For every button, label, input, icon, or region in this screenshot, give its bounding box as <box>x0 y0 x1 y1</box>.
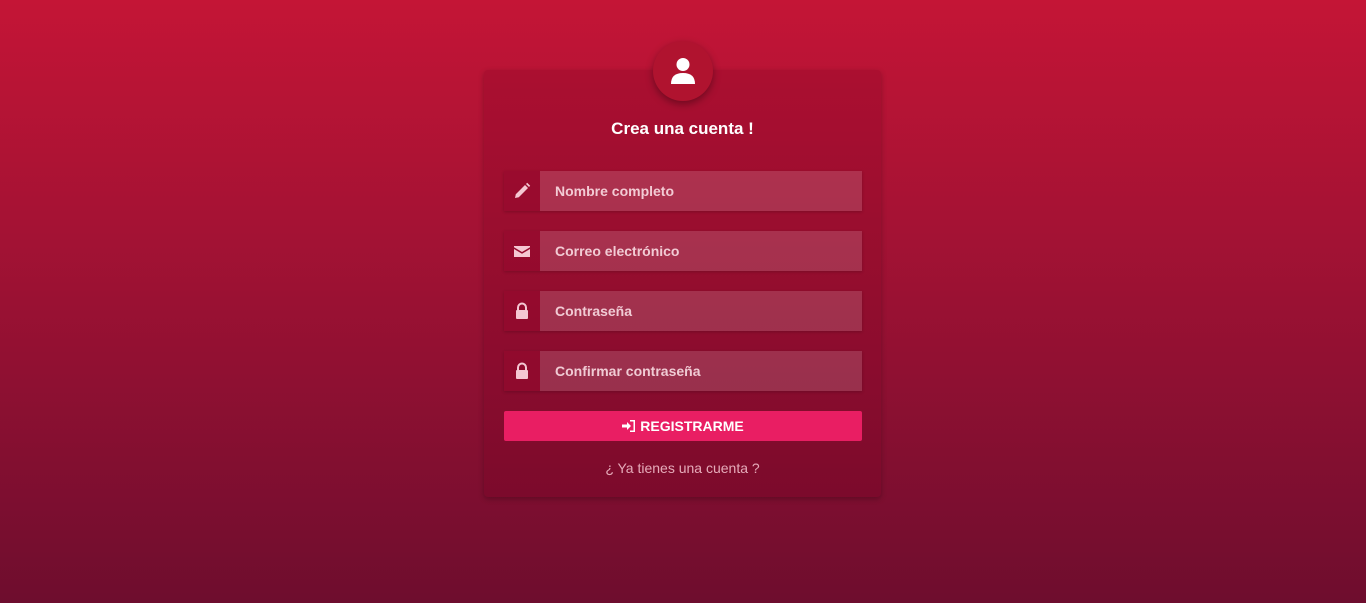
pencil-icon <box>504 171 540 211</box>
register-button[interactable]: REGISTRARME <box>504 411 862 441</box>
password-input[interactable] <box>540 291 862 331</box>
login-link[interactable]: ¿ Ya tienes una cuenta ? <box>484 460 881 476</box>
email-field[interactable] <box>504 231 862 271</box>
email-input[interactable] <box>540 231 862 271</box>
form-title: Crea una cuenta ! <box>611 119 754 138</box>
envelope-icon <box>504 231 540 271</box>
sign-in-icon <box>622 420 636 432</box>
avatar <box>653 41 713 101</box>
register-button-label: REGISTRARME <box>640 418 744 434</box>
user-icon <box>671 58 695 84</box>
confirm-password-input[interactable] <box>540 351 862 391</box>
confirm-password-field[interactable] <box>504 351 862 391</box>
password-field[interactable] <box>504 291 862 331</box>
full-name-input[interactable] <box>540 171 862 211</box>
lock-icon <box>504 291 540 331</box>
lock-icon <box>504 351 540 391</box>
full-name-field[interactable] <box>504 171 862 211</box>
